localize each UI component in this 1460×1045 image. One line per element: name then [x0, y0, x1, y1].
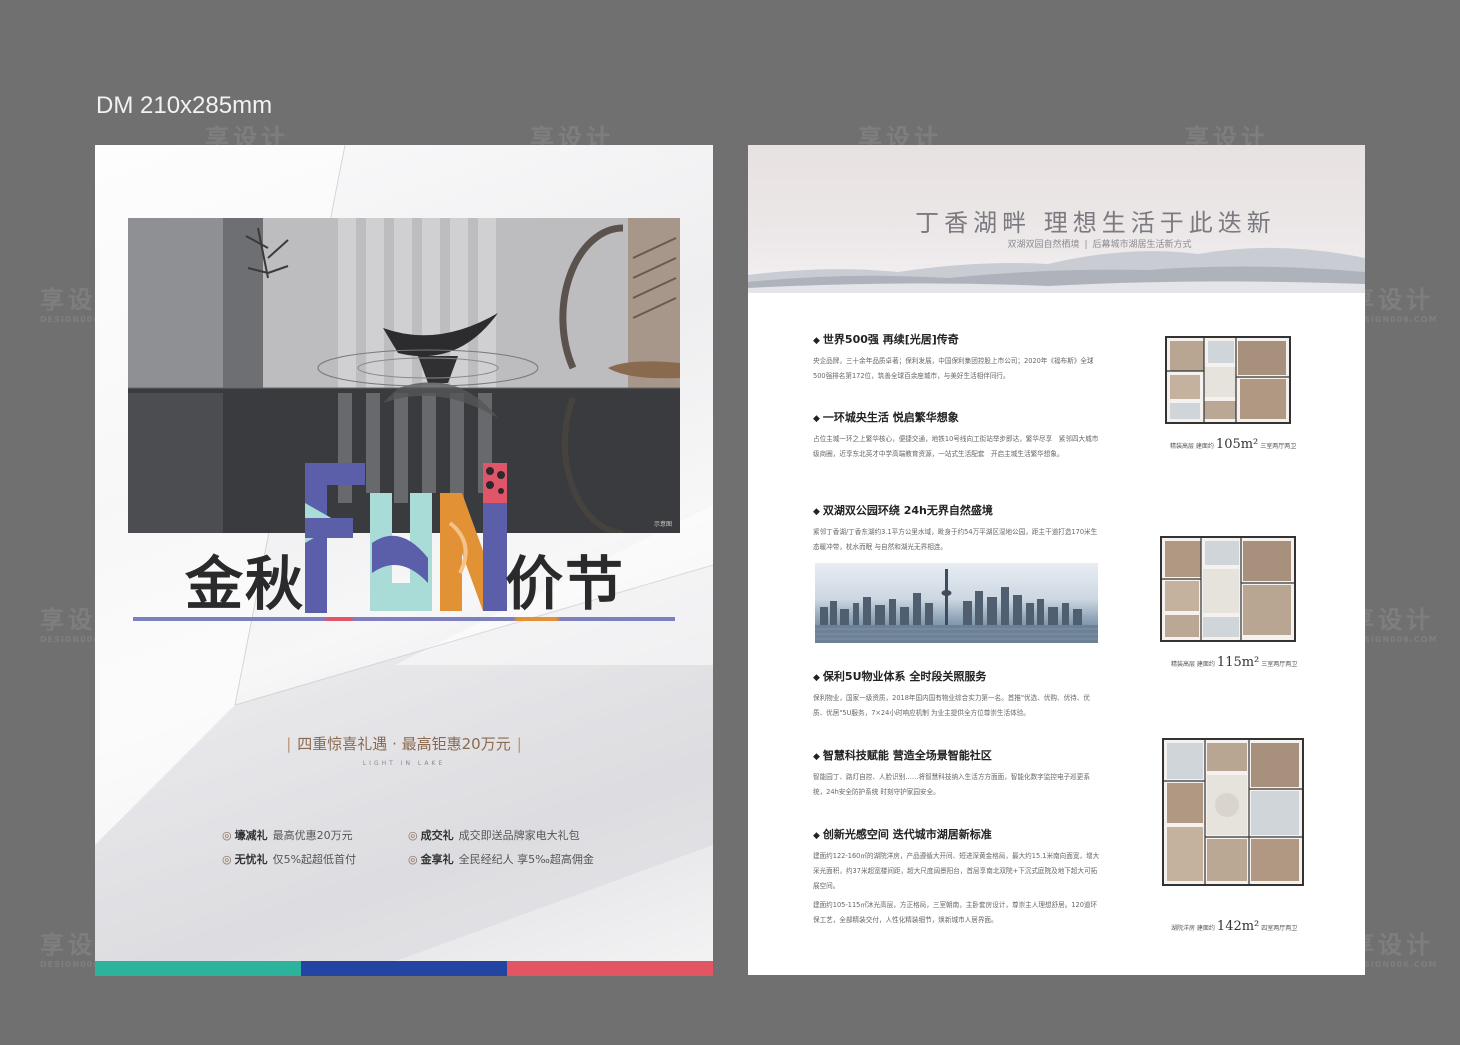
floor-plan-142: 湖院洋房 建面约 142m² 四室两厅两卫	[1153, 723, 1313, 934]
feature-section: ◆ 保利5U物业体系 全时段关照服务 保利物业，国家一级资质，2018年国内国有物…	[813, 670, 1090, 717]
plan-caption: 湖院洋房 建面约 142m² 四室两厅两卫	[1171, 919, 1298, 934]
title-part-1: 金秋	[185, 550, 306, 618]
city-skyline-photo	[815, 563, 1098, 643]
title-part-2: 价节	[505, 550, 626, 618]
gift-item: ◎ 成交礼 成交即送品牌家电大礼包	[408, 829, 580, 842]
flyer-back-page: 丁香湖畔 理想生活于此迭新 双湖双园自然栖境 | 后幕城市湖居生活新方式 ◆ 世界50…	[748, 145, 1365, 975]
feature-section: ◆ 智慧科技赋能 营造全场景智能社区 智能园丁、路灯自控、人脸识别……将智慧科技纳…	[813, 749, 1090, 796]
promo-headline: | 四重惊喜礼遇 · 最高钜惠20万元 |	[286, 735, 522, 753]
floor-plan-115: 精装高层 建面约 115m² 三室两厅两卫	[1153, 523, 1313, 670]
feature-section: ◆ 创新光感空间 迭代城市湖居新标准 建面约122-160㎡的湖院洋房，产品遵循大…	[813, 828, 1100, 924]
plan-caption: 精装高层 建面约 105m² 三室两厅两卫	[1170, 437, 1297, 452]
bottom-color-bar	[95, 961, 713, 976]
flyer-front-page: 示意图 金秋 价节 | 四重惊喜礼遇 · 最高钜惠20万元 | LIGHT IN L…	[95, 145, 713, 976]
color-stripe-teal	[95, 961, 301, 976]
title-underline	[133, 617, 675, 621]
header-banner: 丁香湖畔 理想生活于此迭新 双湖双园自然栖境 | 后幕城市湖居生活新方式	[748, 145, 1365, 293]
gift-item: ◎ 无忧礼 仅5%起超低首付	[222, 853, 357, 866]
wave-graphic	[748, 247, 1365, 293]
hero-caption: 示意图	[653, 521, 672, 528]
dm-size-label: DM 210x285mm	[96, 92, 273, 119]
color-stripe-blue	[301, 961, 507, 976]
feature-section: ◆ 世界500强 再续[光居]传奇 央企品牌，三十余年品质卓著；保利发展，中国保利…	[813, 333, 1094, 380]
floor-plan-105: 精装高层 建面约 105m² 三室两厅两卫	[1158, 325, 1318, 452]
plan-caption: 精装高层 建面约 115m² 三室两厅两卫	[1171, 655, 1298, 670]
gift-item: ◎ 壕减礼 最高优惠20万元	[222, 829, 353, 842]
promo-subline: LIGHT IN LAKE	[362, 760, 446, 767]
feature-section: ◆ 一环城央生活 悦启繁华想象 占位主城一环之上繁华核心，便捷交通，地铁10号线向…	[813, 411, 1099, 458]
gift-item: ◎ 金享礼 全民经纪人 享5‰超高佣金	[408, 853, 594, 866]
color-stripe-red	[507, 961, 713, 976]
feature-section: ◆ 双湖双公园环绕 24h无界自然盛境 紧邻丁香湖/丁香东湖约3.1平方公里水域，…	[813, 504, 1098, 551]
page-title: 丁香湖畔 理想生活于此迭新	[915, 209, 1276, 237]
fun-graphic	[305, 463, 507, 613]
